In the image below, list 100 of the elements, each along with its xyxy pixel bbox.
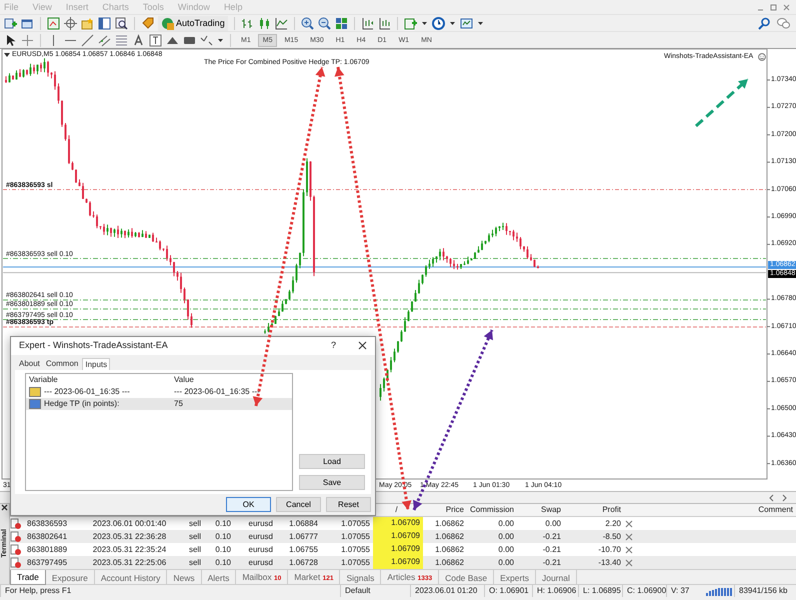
autotrading-button[interactable]: AutoTrading: [158, 16, 228, 30]
table-cell-text: 0.00: [497, 530, 515, 542]
table-cell-text: 2023.05.31 22:36:28: [92, 530, 168, 542]
variable-name: --- 2023-06-01_16:35 ---: [44, 386, 130, 397]
chart-shift-icon[interactable]: [360, 16, 374, 30]
template-icon[interactable]: [460, 16, 473, 30]
indicator-icon[interactable]: [404, 16, 417, 30]
table-cell-text: 1.07055: [340, 544, 371, 556]
search-icon[interactable]: [758, 16, 771, 30]
crosshair-icon[interactable]: [21, 34, 34, 46]
candle-icon[interactable]: [258, 16, 271, 30]
terminal-tab[interactable]: Trade: [10, 570, 46, 585]
table-cell-text: 1.07055: [340, 530, 371, 542]
magnifier-icon[interactable]: [115, 16, 128, 30]
table-cell-text: 2023.06.01 00:01:40: [92, 518, 168, 530]
table-cell-text: sell: [188, 544, 202, 556]
column-header[interactable]: Swap: [517, 504, 564, 516]
help-button[interactable]: ?: [330, 339, 336, 352]
dialog-tab[interactable]: About: [17, 358, 42, 370]
side-button[interactable]: Load: [299, 454, 365, 469]
status-text: 2023.06.01 01:20: [410, 585, 484, 597]
crosshair-icon[interactable]: [64, 16, 77, 30]
fibonacci-icon[interactable]: [115, 34, 128, 46]
table-cell-text: eurusd: [248, 544, 274, 556]
status-text: C: 1.06900: [622, 585, 666, 597]
status-text: V: 37: [666, 585, 706, 597]
table-cell-text: 1.06862: [434, 556, 465, 568]
side-button[interactable]: Save: [299, 475, 365, 490]
table-cell-text: 1.06777: [288, 530, 319, 542]
table-cell-text: 1.07055: [340, 556, 371, 568]
table-cell-text: -0.21: [542, 530, 562, 542]
table-cell-text: 2023.05.31 22:25:06: [92, 556, 168, 568]
dialog-tab[interactable]: Inputs: [82, 358, 110, 370]
text-icon[interactable]: [132, 34, 145, 46]
panel-icon[interactable]: [98, 16, 111, 30]
restore-icon[interactable]: [770, 3, 777, 11]
input-row[interactable]: Hedge TP (in points): 75: [26, 398, 292, 410]
cursor-icon[interactable]: [4, 34, 17, 46]
column-header[interactable]: Commission: [467, 504, 517, 516]
line-chart-icon[interactable]: [274, 16, 288, 30]
trendline-icon[interactable]: [81, 34, 94, 46]
column-header[interactable]: Profit: [564, 504, 624, 516]
clock-icon[interactable]: [432, 16, 445, 30]
chat-icon[interactable]: [777, 16, 790, 30]
table-cell-text: -0.21: [542, 556, 562, 568]
windows-icon[interactable]: [21, 16, 34, 30]
column-header: Value: [173, 374, 195, 385]
dialog-button[interactable]: Cancel: [276, 497, 321, 512]
autoscroll-icon[interactable]: [378, 16, 391, 30]
column-header[interactable]: /: [373, 504, 423, 516]
table-cell-text: 1.06884: [288, 518, 319, 530]
status-text: L: 1.06895: [578, 585, 622, 597]
table-cell-text: -0.21: [542, 544, 562, 556]
channel-icon[interactable]: [98, 34, 111, 46]
connection-bars-icon: [706, 586, 734, 596]
table-cell-text: -8.50: [602, 530, 622, 542]
table-cell-text: 0.00: [497, 556, 515, 568]
arrow: [695, 78, 749, 128]
column-header[interactable]: Price: [423, 504, 467, 516]
tag-icon[interactable]: [141, 16, 154, 30]
table-cell: 1.06709: [373, 530, 423, 543]
shapes-icon[interactable]: [200, 34, 213, 46]
table-cell-text: 1.06862: [434, 530, 465, 542]
grid-icon[interactable]: [334, 16, 348, 30]
bar-chart-icon[interactable]: [240, 16, 254, 30]
zoom-in-icon[interactable]: [300, 16, 314, 30]
type-icon: [29, 398, 41, 408]
table-cell-text: 0.10: [214, 556, 232, 568]
table-cell: 1.06709: [373, 517, 423, 530]
dialog-title: Expert - Winshots-TradeAssistant-EA: [19, 339, 168, 352]
label-icon[interactable]: [149, 34, 162, 46]
table-cell-text: eurusd: [248, 530, 274, 542]
table-cell-text: 0.00: [497, 518, 515, 530]
scroll-left-icon[interactable]: [768, 494, 775, 502]
close-icon[interactable]: [358, 341, 367, 350]
table-cell-text: 863797495: [26, 556, 68, 568]
table-cell-text: 0.10: [214, 544, 232, 556]
table-cell-text: 1.07055: [340, 518, 371, 530]
table-cell-text: 0.10: [214, 518, 232, 530]
table-cell-text: 1.06862: [434, 518, 465, 530]
table-cell-text: sell: [188, 518, 202, 530]
dropdown-icon[interactable]: [4, 52, 10, 58]
table-cell-text: 0.00: [544, 518, 562, 530]
scroll-right-icon[interactable]: [781, 494, 788, 502]
status-text: 83941/156 kb: [734, 585, 792, 597]
dialog-tab[interactable]: Common: [44, 358, 80, 370]
variable-value: 75: [173, 398, 184, 409]
table-cell-text: 0.10: [214, 530, 232, 542]
new-chart-icon[interactable]: [4, 16, 17, 30]
table-cell-text: 863836593: [26, 518, 68, 530]
star-folder-icon[interactable]: [81, 16, 94, 30]
status-text: H: 1.06906: [532, 585, 578, 597]
column-header[interactable]: Comment: [638, 504, 796, 516]
variable-name: Hedge TP (in points):: [44, 398, 120, 409]
zoom-out-icon[interactable]: [318, 16, 331, 30]
dialog-button[interactable]: OK: [226, 497, 271, 512]
table-cell-text: eurusd: [248, 556, 274, 568]
input-row[interactable]: --- 2023-06-01_16:35 --- --- 2023-06-01_16:35 ---: [26, 386, 292, 398]
close-icon[interactable]: [1, 504, 8, 511]
dialog-button[interactable]: Reset: [326, 497, 371, 512]
